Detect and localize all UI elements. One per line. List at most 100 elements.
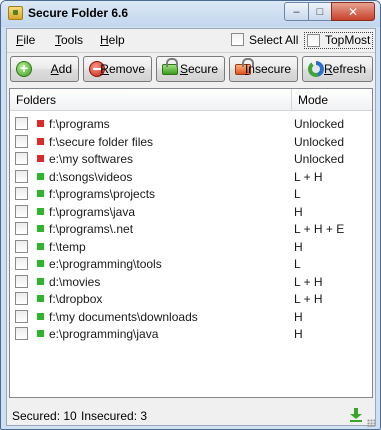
refresh-button-label: Refresh: [323, 62, 366, 76]
folder-path: f:\programs\projects: [49, 187, 156, 201]
folder-mode: Unlocked: [294, 134, 345, 149]
refresh-icon: [308, 61, 324, 77]
toolbar-divider: [7, 52, 375, 53]
menu-file[interactable]: File: [16, 33, 35, 47]
status-bar: Secured: 10 Insecured: 3: [7, 406, 375, 425]
row-checkbox[interactable]: [15, 274, 28, 288]
secured-status-icon: [37, 207, 44, 215]
topmost-checkbox[interactable]: [307, 34, 320, 47]
row-checkbox[interactable]: [15, 169, 28, 183]
folder-mode: L + H + E: [294, 222, 345, 236]
row-checkbox[interactable]: [15, 204, 28, 218]
list-item[interactable]: e:\programming\java H: [10, 325, 372, 342]
folder-mode: L: [294, 257, 301, 271]
folder-mode: Unlocked: [294, 152, 345, 166]
refresh-button[interactable]: Refresh: [302, 56, 373, 82]
minimize-button[interactable]: ‒: [284, 2, 309, 21]
secured-count: Secured: 10: [12, 409, 77, 423]
folder-path: f:\secure folder files: [49, 134, 154, 149]
list-item[interactable]: f:\programs\.net L + H + E: [10, 220, 372, 237]
list-item[interactable]: f:\programs\projects L: [10, 185, 372, 202]
secure-button-label: Secure: [179, 62, 218, 76]
insecure-button-label: Insecure: [244, 62, 291, 76]
close-button[interactable]: ✕: [331, 2, 375, 21]
list-item[interactable]: f:\programs Unlocked: [10, 115, 372, 132]
list-item[interactable]: e:\my softwares Unlocked: [10, 150, 372, 167]
list-item[interactable]: f:\programs\java H: [10, 203, 372, 220]
list-header: Folders Mode: [10, 89, 372, 111]
folder-mode: H: [294, 309, 303, 324]
secured-status-icon: [37, 277, 44, 285]
download-icon[interactable]: [349, 408, 363, 422]
add-button[interactable]: Add: [10, 56, 79, 82]
folder-path: f:\programs: [49, 117, 110, 131]
topmost-label[interactable]: TopMost: [325, 33, 370, 47]
column-divider[interactable]: [291, 89, 292, 111]
list-item[interactable]: e:\programming\tools L: [10, 255, 372, 272]
row-checkbox[interactable]: [15, 309, 28, 323]
row-checkbox[interactable]: [15, 222, 28, 235]
folder-mode: H: [294, 204, 303, 219]
secured-status-icon: [37, 312, 44, 320]
menu-help[interactable]: Help: [100, 33, 125, 47]
lock-closed-icon: [162, 58, 178, 75]
secure-button[interactable]: Secure: [156, 56, 225, 82]
row-checkbox[interactable]: [15, 257, 28, 270]
folder-path: f:\programs\.net: [49, 222, 134, 236]
folder-path: e:\my softwares: [49, 152, 134, 166]
insecure-status-icon: [37, 137, 44, 145]
row-checkbox[interactable]: [15, 117, 28, 130]
menu-bar: File Tools Help Select All TopMost: [7, 29, 375, 51]
list-item[interactable]: f:\my documents\downloads H: [10, 308, 372, 325]
insecure-status-icon: [37, 120, 44, 127]
folder-mode: L + H: [294, 292, 323, 306]
insecure-status-icon: [37, 155, 44, 162]
folder-mode: L + H: [294, 274, 323, 289]
row-checkbox[interactable]: [15, 134, 28, 148]
list-item[interactable]: f:\temp H: [10, 238, 372, 255]
resize-grip[interactable]: [367, 419, 375, 427]
column-header-folders[interactable]: Folders: [16, 93, 56, 107]
select-all-checkbox[interactable]: [231, 33, 244, 46]
list-item[interactable]: d:\movies L + H: [10, 273, 372, 290]
title-bar[interactable]: Secure Folder 6.6 ‒ □ ✕: [1, 1, 380, 27]
secured-status-icon: [37, 225, 44, 232]
folder-path: f:\my documents\downloads: [49, 309, 198, 324]
window-title: Secure Folder 6.6: [28, 6, 129, 20]
secured-status-icon: [37, 295, 44, 302]
row-checkbox[interactable]: [15, 327, 28, 340]
folder-path: f:\temp: [49, 239, 86, 254]
secured-status-icon: [37, 242, 44, 250]
folder-mode: H: [294, 327, 303, 341]
row-checkbox[interactable]: [15, 187, 28, 200]
row-checkbox[interactable]: [15, 152, 28, 165]
list-item[interactable]: f:\dropbox L + H: [10, 290, 372, 307]
maximize-button[interactable]: □: [308, 2, 332, 21]
folder-path: f:\dropbox: [49, 292, 103, 306]
folder-mode: H: [294, 239, 303, 254]
folder-mode: Unlocked: [294, 117, 345, 131]
folder-path: e:\programming\tools: [49, 257, 162, 271]
column-header-mode[interactable]: Mode: [298, 93, 328, 107]
secured-status-icon: [37, 330, 44, 337]
secured-status-icon: [37, 172, 44, 180]
select-all-label[interactable]: Select All: [249, 33, 298, 47]
add-button-label: Add: [50, 62, 72, 76]
remove-button-label: Remove: [100, 62, 145, 76]
remove-button[interactable]: Remove: [83, 56, 152, 82]
app-window: Secure Folder 6.6 ‒ □ ✕ File Tools Help …: [0, 0, 381, 430]
row-checkbox[interactable]: [15, 292, 28, 305]
menu-tools[interactable]: Tools: [55, 33, 83, 47]
list-item[interactable]: f:\secure folder files Unlocked: [10, 133, 372, 150]
insecured-count: Insecured: 3: [81, 409, 148, 423]
folder-lock-icon: [8, 6, 23, 20]
folder-path: e:\programming\java: [49, 327, 159, 341]
folder-path: f:\programs\java: [49, 204, 136, 219]
insecure-button[interactable]: Insecure: [229, 56, 298, 82]
secured-status-icon: [37, 190, 44, 197]
main-panel: File Tools Help Select All TopMost Add R…: [6, 28, 376, 427]
secured-status-icon: [37, 260, 44, 267]
row-checkbox[interactable]: [15, 239, 28, 253]
folder-list[interactable]: Folders Mode f:\programs Unlocked f:\secur…: [9, 88, 373, 398]
list-item[interactable]: d:\songs\videos L + H: [10, 168, 372, 185]
